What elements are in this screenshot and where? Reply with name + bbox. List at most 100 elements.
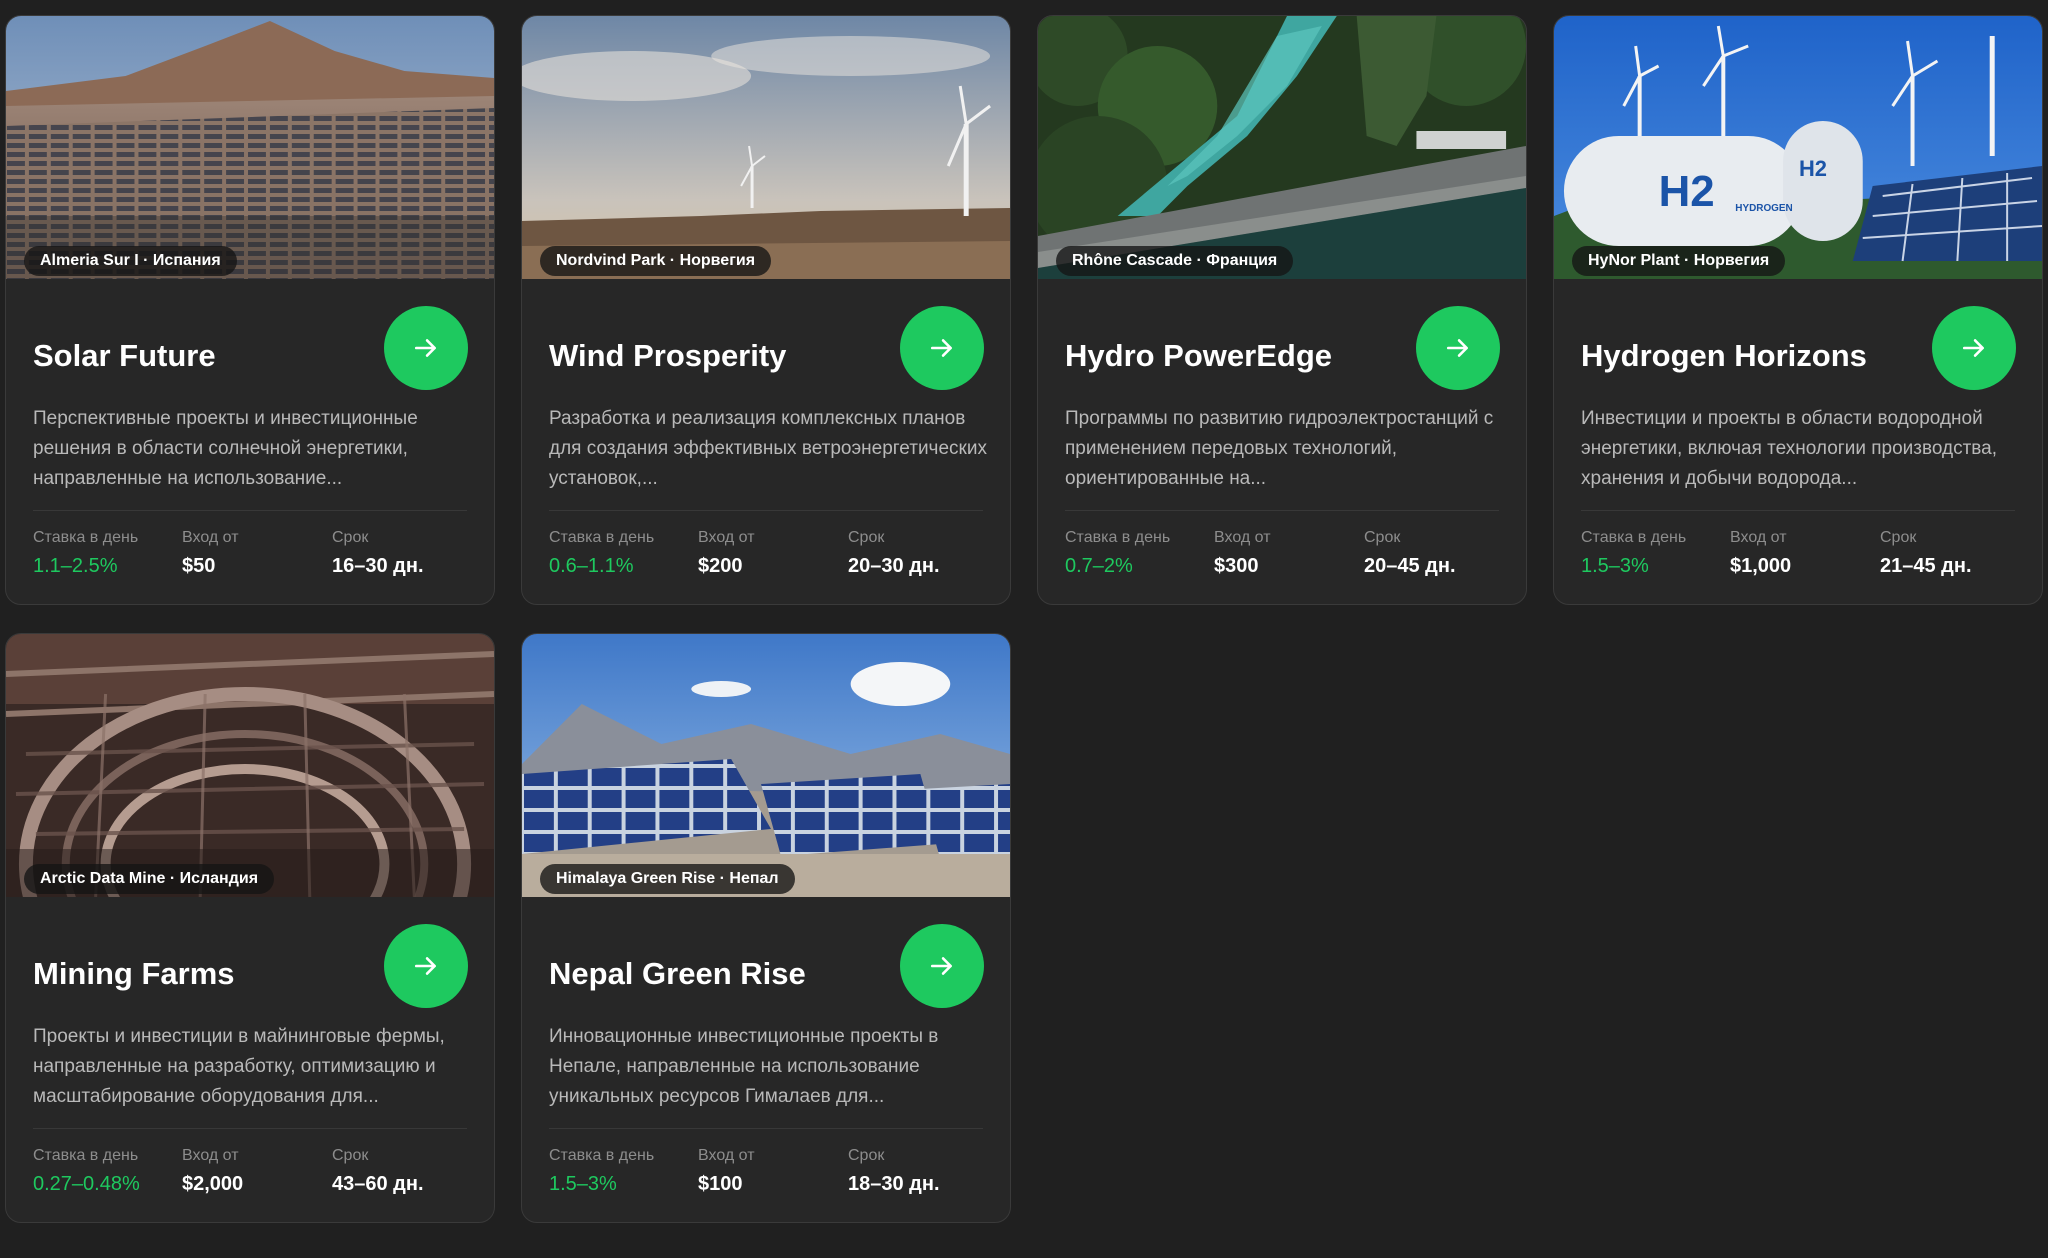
stat-value: 0.27–0.48% [33, 1173, 140, 1195]
location-badge: Rhône Cascade · Франция [1056, 246, 1294, 276]
card-title: Solar Future [33, 338, 216, 373]
stat-entry: Вход от $300 [1214, 528, 1271, 578]
card-title: Hydrogen Horizons [1581, 338, 1867, 373]
stat-value: $50 [182, 555, 216, 577]
stat-label: Срок [848, 529, 885, 546]
card-description: Инвестиции и проекты в области водородно… [1581, 408, 1998, 489]
project-card-mining-farms[interactable]: Arctic Data Mine · Исландия Mining Farms… [5, 633, 495, 1223]
tank-label-h2-small: H2 [1799, 156, 1827, 181]
stat-term: Срок 16–30 дн. [332, 528, 424, 578]
divider [549, 1128, 983, 1129]
stat-rate: Ставка в день 0.27–0.48% [33, 1146, 140, 1196]
stat-value: 1.5–3% [1581, 555, 1649, 577]
stat-value: 18–30 дн. [848, 1173, 940, 1195]
stat-term: Срок 20–30 дн. [848, 528, 940, 578]
arrow-right-icon [414, 957, 436, 975]
divider [1065, 510, 1499, 511]
stat-value: $200 [698, 555, 743, 577]
stat-rate: Ставка в день 0.6–1.1% [549, 528, 654, 578]
stat-value: 20–30 дн. [848, 555, 940, 577]
stat-label: Ставка в день [549, 529, 655, 546]
stat-label: Вход от [182, 529, 239, 546]
project-card-hydrogen-horizons[interactable]: H2 HYDROGEN H2 HyNor Plant · Норвегия Hy… [1553, 15, 2043, 605]
stat-term: Срок 43–60 дн. [332, 1146, 424, 1196]
hydro-dam-photo: Rhône Cascade · Франция [1038, 16, 1526, 279]
card-description: Инновационные инвестиционные проекты в Н… [549, 1026, 939, 1107]
mountain-solar-photo: Himalaya Green Rise · Непал [522, 634, 1010, 897]
open-project-button[interactable] [1416, 306, 1500, 390]
stat-value: 0.6–1.1% [549, 555, 634, 577]
stat-rate: Ставка в день 1.1–2.5% [33, 528, 138, 578]
stat-value: 20–45 дн. [1364, 555, 1456, 577]
stat-entry: Вход от $200 [698, 528, 755, 578]
hydrogen-tanks-photo: H2 HYDROGEN H2 HyNor Plant · Норвегия [1554, 16, 2042, 279]
card-title: Hydro PowerEdge [1065, 338, 1332, 373]
stat-entry: Вход от $2,000 [182, 1146, 243, 1196]
divider [33, 1128, 467, 1129]
stat-label: Ставка в день [1581, 529, 1687, 546]
stat-value: 1.1–2.5% [33, 555, 118, 577]
stat-label: Вход от [1214, 529, 1271, 546]
arrow-right-icon [414, 339, 436, 357]
location-badge: HyNor Plant · Норвегия [1572, 246, 1786, 276]
project-card-nepal-green-rise[interactable]: Himalaya Green Rise · Непал Nepal Green … [521, 633, 1011, 1223]
card-description: Проекты и инвестиции в майнинговые фермы… [33, 1026, 445, 1107]
stat-label: Вход от [698, 1147, 755, 1164]
stat-label: Ставка в день [33, 529, 139, 546]
location-badge: Arctic Data Mine · Исландия [24, 864, 275, 894]
stat-term: Срок 21–45 дн. [1880, 528, 1972, 578]
stat-label: Срок [332, 1147, 369, 1164]
stat-rate: Ставка в день 1.5–3% [1581, 528, 1686, 578]
divider [33, 510, 467, 511]
stat-value: $300 [1214, 555, 1259, 577]
stat-entry: Вход от $50 [182, 528, 239, 578]
stat-value: 43–60 дн. [332, 1173, 424, 1195]
stat-label: Вход от [182, 1147, 239, 1164]
stat-value: 21–45 дн. [1880, 555, 1972, 577]
tank-label-h2-large: H2 [1659, 167, 1715, 216]
stat-label: Срок [1364, 529, 1401, 546]
stat-label: Ставка в день [1065, 529, 1171, 546]
stat-value: $100 [698, 1173, 743, 1195]
stat-value: 16–30 дн. [332, 555, 424, 577]
location-badge: Nordvind Park · Норвегия [540, 246, 772, 276]
stat-value: 0.7–2% [1065, 555, 1133, 577]
open-project-button[interactable] [384, 306, 468, 390]
stat-value: $1,000 [1730, 555, 1792, 577]
divider [1581, 510, 2015, 511]
stat-term: Срок 20–45 дн. [1364, 528, 1456, 578]
open-project-button[interactable] [900, 924, 984, 1008]
stat-label: Вход от [1730, 529, 1787, 546]
open-project-button[interactable] [384, 924, 468, 1008]
location-badge: Himalaya Green Rise · Непал [540, 864, 795, 894]
project-card-wind-prosperity[interactable]: Nordvind Park · Норвегия Wind Prosperity… [521, 15, 1011, 605]
stat-label: Срок [1880, 529, 1917, 546]
stat-label: Срок [848, 1147, 885, 1164]
open-project-button[interactable] [900, 306, 984, 390]
mining-farm-photo: Arctic Data Mine · Исландия [6, 634, 494, 897]
stat-term: Срок 18–30 дн. [848, 1146, 940, 1196]
card-description: Программы по развитию гидроэлектростанци… [1065, 408, 1494, 489]
location-badge: Almeria Sur I · Испания [24, 246, 237, 276]
arrow-right-icon [930, 339, 952, 357]
arrow-right-icon [930, 957, 952, 975]
stat-rate: Ставка в день 0.7–2% [1065, 528, 1170, 578]
card-title: Nepal Green Rise [549, 956, 806, 991]
card-description: Перспективные проекты и инвестиционные р… [33, 408, 418, 489]
stat-label: Ставка в день [33, 1147, 139, 1164]
stat-label: Срок [332, 529, 369, 546]
card-title: Wind Prosperity [549, 338, 787, 373]
project-card-solar-future[interactable]: Almeria Sur I · Испания Solar Future Пер… [5, 15, 495, 605]
open-project-button[interactable] [1932, 306, 2016, 390]
stat-entry: Вход от $1,000 [1730, 528, 1791, 578]
stat-rate: Ставка в день 1.5–3% [549, 1146, 654, 1196]
stat-entry: Вход от $100 [698, 1146, 755, 1196]
tank-label-hydrogen: HYDROGEN [1735, 203, 1792, 214]
stat-value: $2,000 [182, 1173, 244, 1195]
wind-turbines-photo: Nordvind Park · Норвегия [522, 16, 1010, 279]
arrow-right-icon [1962, 339, 1984, 357]
arrow-right-icon [1446, 339, 1468, 357]
stat-label: Вход от [698, 529, 755, 546]
stat-value: 1.5–3% [549, 1173, 617, 1195]
project-card-hydro-poweredge[interactable]: Rhône Cascade · Франция Hydro PowerEdge … [1037, 15, 1527, 605]
